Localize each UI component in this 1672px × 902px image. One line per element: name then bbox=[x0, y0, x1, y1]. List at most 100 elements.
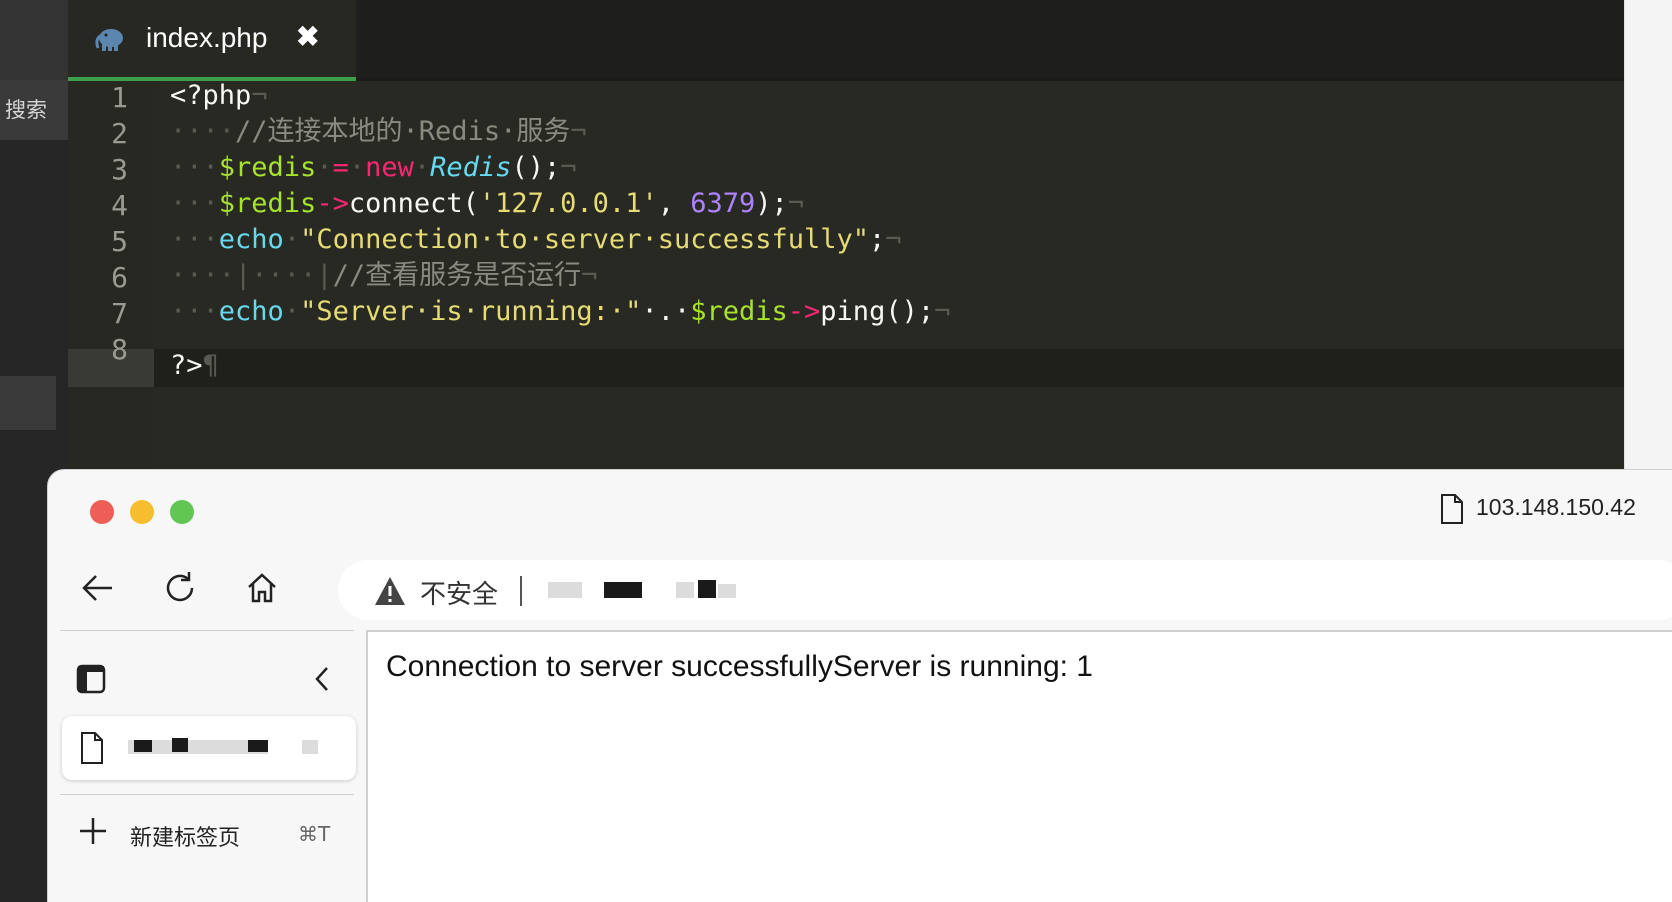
code-variable: $redis bbox=[218, 152, 317, 183]
code-builtin: echo bbox=[218, 224, 284, 255]
page-content-area: Connection to server successfullyServer … bbox=[366, 630, 1672, 902]
line-number: 7 bbox=[111, 297, 128, 330]
zoom-window-button[interactable] bbox=[170, 500, 194, 524]
security-status-label: 不安全 bbox=[420, 580, 499, 610]
plus-icon[interactable] bbox=[78, 816, 108, 846]
document-icon bbox=[1441, 494, 1463, 524]
line-number: 1 bbox=[111, 81, 128, 114]
side-panel-item[interactable] bbox=[0, 376, 56, 430]
document-icon bbox=[81, 732, 103, 764]
back-arrow-icon[interactable] bbox=[80, 570, 116, 606]
minimize-window-button[interactable] bbox=[130, 500, 154, 524]
code-line-8: ?>¶ bbox=[170, 347, 219, 385]
redacted-tab-title bbox=[248, 740, 268, 752]
line-number: 4 bbox=[111, 189, 128, 222]
sidebar-divider bbox=[60, 630, 354, 631]
code-operator: = bbox=[332, 152, 349, 183]
redacted-url bbox=[548, 582, 582, 598]
new-tab-button[interactable]: 新建标签页 bbox=[130, 820, 240, 852]
code-string: '127.0.0.1' bbox=[478, 188, 658, 219]
eol-marker: ¬ bbox=[934, 296, 951, 327]
code-operator: -> bbox=[316, 188, 349, 219]
eol-marker: ¬ bbox=[251, 80, 268, 111]
code-variable: $redis bbox=[218, 188, 317, 219]
tab-title: index.php bbox=[146, 22, 268, 53]
eol-marker: ¬ bbox=[570, 116, 587, 147]
code-text: , bbox=[657, 188, 691, 219]
sidebar-toggle-icon[interactable] bbox=[76, 664, 106, 694]
new-tab-shortcut: ⌘T bbox=[298, 822, 331, 846]
code-operator: -> bbox=[787, 296, 821, 327]
line-number-gutter: 1 2 3 4 5 6 7 8 bbox=[68, 81, 154, 470]
whitespace-marker: ··· bbox=[170, 296, 219, 327]
eol-marker: ¬ bbox=[885, 224, 902, 255]
vertical-tabs-sidebar: 新建标签页 ⌘T bbox=[60, 630, 356, 902]
line-number: 3 bbox=[111, 153, 128, 186]
redacted-url bbox=[604, 582, 642, 598]
whitespace-marker: ··· bbox=[170, 152, 219, 183]
code-line-5: ···echo·"Connection·to·server·successful… bbox=[170, 221, 902, 259]
close-icon[interactable]: ✖ bbox=[296, 20, 319, 53]
code-line-3: ···$redis·=·new·Redis();¬ bbox=[170, 149, 577, 187]
browser-window: 103.148.150.42 不安全 新建标签页 ⌘T Connection t… bbox=[48, 470, 1672, 902]
eol-marker: ¬ bbox=[581, 260, 598, 291]
code-text: ; bbox=[869, 224, 886, 255]
code-function: connect( bbox=[348, 188, 479, 219]
search-tab[interactable]: 搜索 bbox=[0, 80, 68, 140]
code-text: (); bbox=[511, 152, 561, 183]
chevron-left-icon[interactable] bbox=[310, 664, 334, 694]
code-editor: index.php ✖ 1 2 3 4 5 6 7 8 <?php¬ ····/… bbox=[68, 0, 1624, 470]
redacted-url bbox=[698, 580, 716, 598]
close-window-button[interactable] bbox=[90, 500, 114, 524]
line-number: 2 bbox=[111, 117, 128, 150]
address-separator bbox=[520, 576, 522, 606]
code-line-7: ···echo·"Server·is·running:·"·.·$redis->… bbox=[170, 293, 950, 331]
code-keyword: new bbox=[365, 152, 414, 183]
reload-icon[interactable] bbox=[162, 570, 198, 606]
eol-marker: ¬ bbox=[560, 152, 577, 183]
home-icon[interactable] bbox=[244, 570, 280, 606]
whitespace-marker: · bbox=[348, 152, 366, 183]
code-text: <?php bbox=[170, 80, 252, 111]
background-window-edge bbox=[1624, 0, 1672, 470]
redacted-tab-title bbox=[134, 740, 152, 752]
line-number: 6 bbox=[111, 261, 128, 294]
code-comment: //连接本地的·Redis·服务 bbox=[235, 116, 571, 147]
php-elephant-icon bbox=[95, 29, 123, 51]
editor-tab-bar: index.php ✖ bbox=[68, 0, 1624, 81]
page-output-text: Connection to server successfullyServer … bbox=[386, 650, 1093, 683]
code-text: ); bbox=[755, 188, 788, 219]
whitespace-marker: · bbox=[316, 152, 333, 183]
code-line-4: ···$redis->connect('127.0.0.1', 6379);¬ bbox=[170, 185, 804, 223]
whitespace-marker: · bbox=[283, 224, 301, 255]
side-panel-header bbox=[0, 0, 68, 80]
code-line-2: ····//连接本地的·Redis·服务¬ bbox=[170, 113, 587, 151]
code-string: "Server·is·running:·" bbox=[300, 296, 642, 327]
redacted-url bbox=[718, 584, 736, 598]
code-builtin: echo bbox=[218, 296, 284, 327]
code-text: ping(); bbox=[820, 296, 935, 327]
tab-close-button[interactable] bbox=[302, 740, 318, 754]
whitespace-marker: ··· bbox=[170, 224, 219, 255]
code-line-1: <?php¬ bbox=[170, 77, 268, 115]
code-variable: $redis bbox=[690, 296, 788, 327]
code-area[interactable]: <?php¬ ····//连接本地的·Redis·服务¬ ···$redis·=… bbox=[154, 80, 1624, 470]
redacted-tab-title bbox=[172, 738, 188, 752]
code-text: ·.· bbox=[641, 296, 691, 327]
whitespace-marker: · bbox=[413, 152, 431, 183]
editor-tab-index-php[interactable]: index.php ✖ bbox=[68, 0, 356, 81]
sidebar-tab-item[interactable] bbox=[62, 716, 356, 780]
line-number: 8 bbox=[111, 333, 128, 366]
code-comment: //查看服务是否运行 bbox=[332, 260, 582, 291]
code-line-6: ····|····|//查看服务是否运行¬ bbox=[170, 257, 597, 295]
window-title-url: 103.148.150.42 bbox=[1476, 494, 1636, 520]
current-line-highlight bbox=[154, 349, 1624, 387]
whitespace-marker: · bbox=[283, 296, 301, 327]
sidebar-divider bbox=[60, 794, 354, 795]
code-number: 6379 bbox=[690, 188, 756, 219]
address-bar[interactable]: 不安全 bbox=[338, 560, 1672, 620]
code-string: "Connection·to·server·successfully" bbox=[300, 224, 870, 255]
warning-icon bbox=[375, 577, 405, 605]
whitespace-marker: ····|····| bbox=[170, 260, 333, 291]
code-class-name: Redis bbox=[430, 152, 512, 183]
